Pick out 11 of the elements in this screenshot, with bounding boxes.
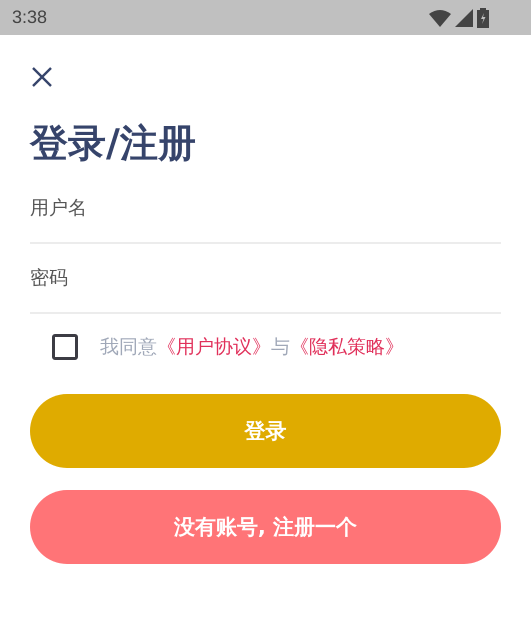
policy-link[interactable]: 《隐私策略》 [290,336,404,358]
agree-checkbox[interactable] [52,334,78,360]
register-button[interactable]: 没有账号, 注册一个 [30,490,501,564]
page-title: 登录/注册 [30,120,197,167]
agreement-text: 我同意《用户协议》与《隐私策略》 [100,335,404,360]
wifi-icon [429,8,451,26]
battery-icon [477,8,489,28]
close-button[interactable] [30,65,54,89]
signal-icon [455,8,473,26]
policy-link[interactable]: 《用户协议》 [157,336,271,358]
status-time: 3:38 [12,7,48,28]
